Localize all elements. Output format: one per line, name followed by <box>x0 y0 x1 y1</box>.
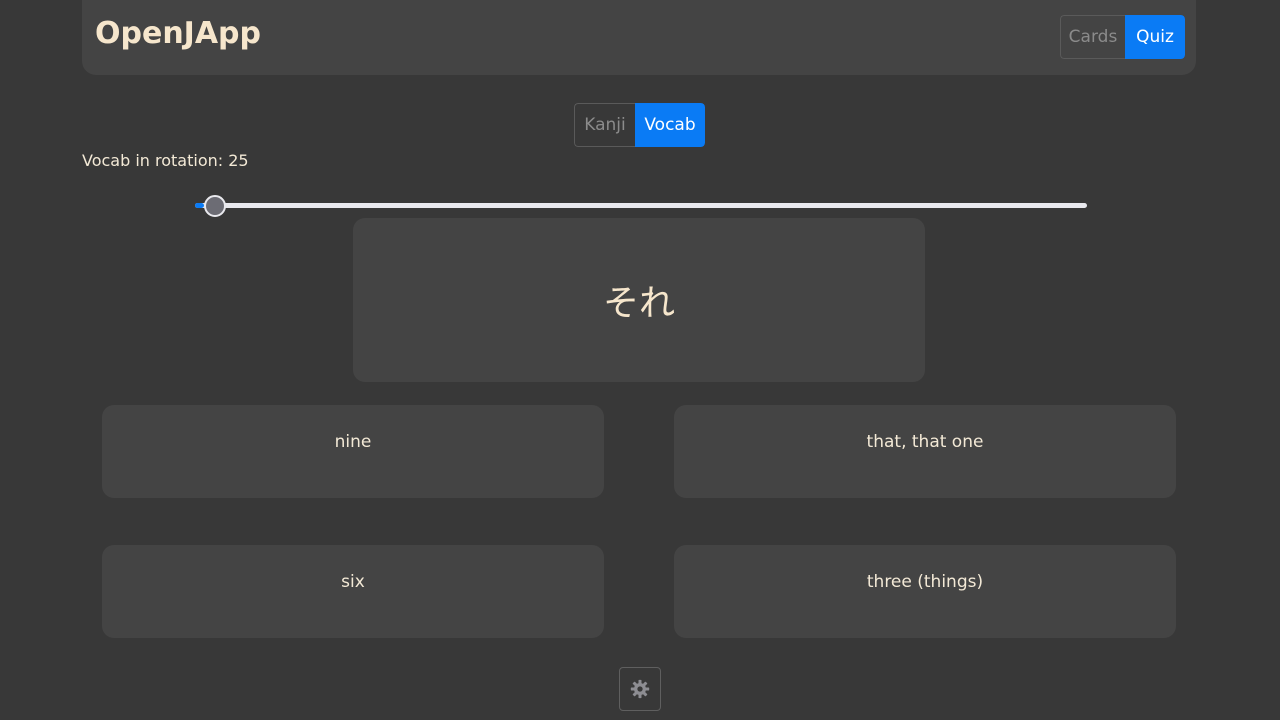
slider-thumb[interactable] <box>203 195 226 217</box>
answer-option[interactable]: six <box>102 545 604 638</box>
answer-option[interactable]: that, that one <box>674 405 1176 498</box>
rotation-count-label: Vocab in rotation: 25 <box>82 151 249 170</box>
app-header: OpenJApp Cards Quiz <box>82 0 1196 75</box>
settings-button[interactable] <box>619 667 661 711</box>
slider-fill <box>195 203 204 208</box>
answer-option[interactable]: three (things) <box>674 545 1176 638</box>
answer-option[interactable]: nine <box>102 405 604 498</box>
cards-mode-button[interactable]: Cards <box>1060 15 1125 59</box>
gear-icon <box>630 679 650 699</box>
quiz-mode-button[interactable]: Quiz <box>1125 15 1185 59</box>
slider-track <box>195 203 1087 208</box>
app-page: OpenJApp Cards Quiz Kanji Vocab Vocab in… <box>0 0 1280 720</box>
quiz-prompt-text: それ <box>602 283 675 324</box>
vocab-type-button[interactable]: Vocab <box>635 103 705 147</box>
type-toggle: Kanji Vocab <box>574 103 705 147</box>
kanji-type-button[interactable]: Kanji <box>574 103 635 147</box>
app-title: OpenJApp <box>95 16 262 51</box>
quiz-prompt-card: それ <box>353 218 925 382</box>
mode-toggle: Cards Quiz <box>1060 15 1185 59</box>
rotation-slider[interactable] <box>195 194 1087 218</box>
